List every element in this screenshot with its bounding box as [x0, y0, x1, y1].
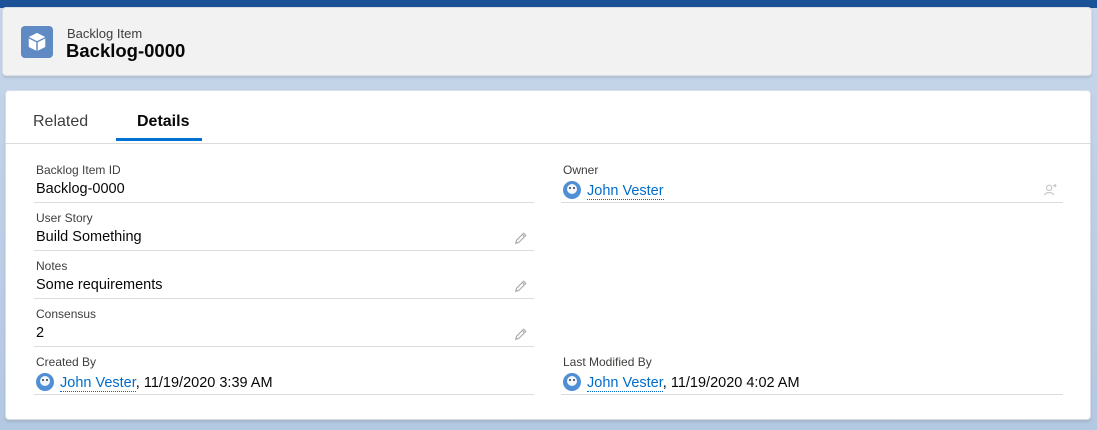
- field-label: Last Modified By: [563, 355, 652, 369]
- user-avatar: [563, 181, 581, 199]
- record-detail-card: Related Details Backlog Item ID Backlog-…: [5, 90, 1091, 420]
- field-backlog-item-id: Backlog Item ID Backlog-0000: [34, 154, 534, 203]
- field-value: Build Something: [36, 229, 142, 245]
- field-value: John Vester: [563, 181, 664, 200]
- field-last-modified-by: Last Modified By John Vester, 11/19/2020…: [561, 346, 1063, 395]
- field-consensus: Consensus 2: [34, 298, 534, 347]
- field-created-by: Created By John Vester, 11/19/2020 3:39 …: [34, 346, 534, 395]
- change-owner-icon[interactable]: [1043, 183, 1057, 197]
- field-value: Backlog-0000: [36, 181, 125, 197]
- tab-related[interactable]: Related: [33, 113, 88, 131]
- user-avatar: [36, 373, 54, 391]
- pencil-icon[interactable]: [514, 231, 528, 245]
- tab-bar: Related Details: [6, 91, 1090, 144]
- field-label: Notes: [36, 259, 68, 273]
- field-value: 2: [36, 325, 45, 341]
- user-link[interactable]: John Vester: [60, 375, 136, 392]
- field-label: Owner: [563, 163, 599, 177]
- user-avatar: [563, 373, 581, 391]
- field-value: Some requirements: [36, 277, 163, 293]
- pencil-icon[interactable]: [514, 279, 528, 293]
- cube-icon: [21, 26, 53, 58]
- record-header: Backlog Item Backlog-0000: [2, 7, 1092, 76]
- field-user-story: User Story Build Something: [34, 202, 534, 251]
- user-link[interactable]: John Vester: [587, 183, 664, 200]
- field-label: Consensus: [36, 307, 97, 321]
- active-tab-indicator: [116, 138, 202, 141]
- field-label: Created By: [36, 355, 97, 369]
- record-title: Backlog-0000: [66, 40, 186, 61]
- created-timestamp: , 11/19/2020 3:39 AM: [135, 375, 273, 391]
- pencil-icon[interactable]: [514, 327, 528, 341]
- field-value: John Vester, 11/19/2020 3:39 AM: [36, 373, 273, 392]
- user-link[interactable]: John Vester: [587, 375, 663, 392]
- field-notes: Notes Some requirements: [34, 250, 534, 299]
- field-label: Backlog Item ID: [36, 163, 121, 177]
- tab-details[interactable]: Details: [137, 113, 189, 131]
- field-value: John Vester, 11/19/2020 4:02 AM: [563, 373, 800, 392]
- field-label: User Story: [36, 211, 93, 225]
- object-type-label: Backlog Item: [67, 26, 143, 41]
- modified-timestamp: , 11/19/2020 4:02 AM: [662, 375, 800, 391]
- field-owner: Owner John Vester: [561, 154, 1063, 203]
